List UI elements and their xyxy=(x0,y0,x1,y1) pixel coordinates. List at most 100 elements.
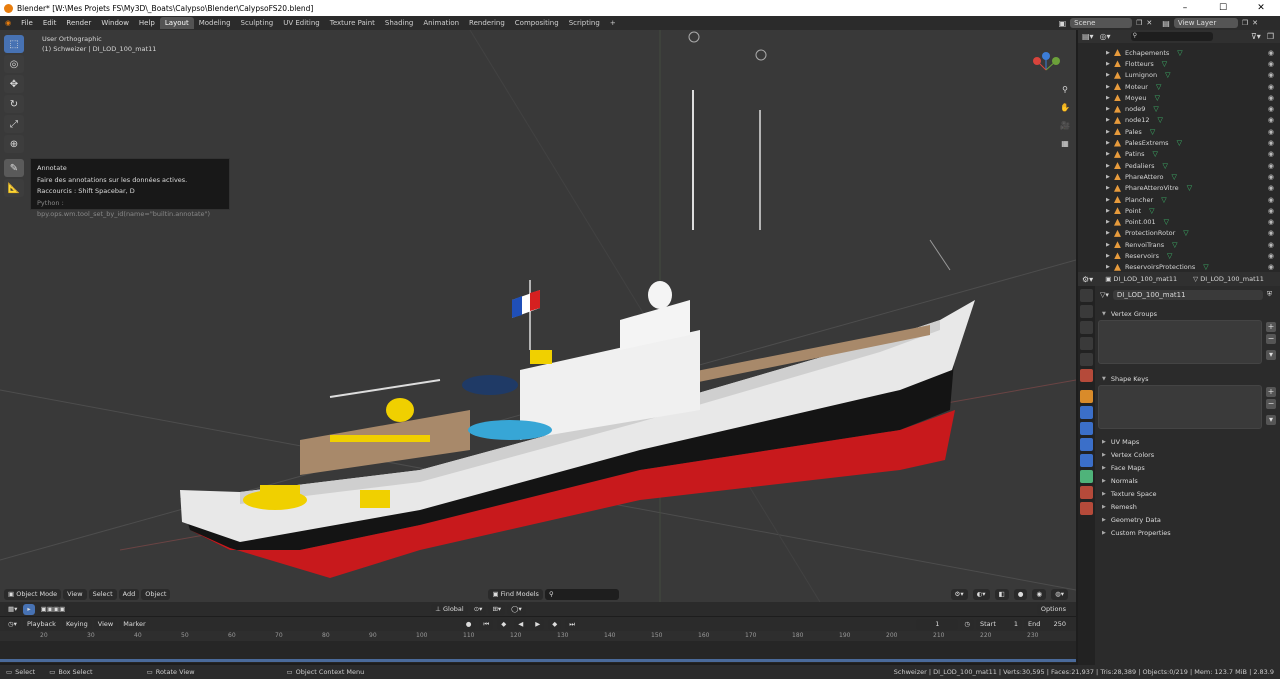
proportional-edit-icon[interactable]: ◯▾ xyxy=(507,603,526,615)
scene-tab-icon[interactable] xyxy=(1080,353,1093,366)
world-tab-icon[interactable] xyxy=(1080,369,1093,382)
outliner-item[interactable]: ▶ PhareAtteroVitre ▽ ◉ xyxy=(1078,183,1280,194)
modifier-tab-icon[interactable] xyxy=(1080,406,1093,419)
physics-tab-icon[interactable] xyxy=(1080,438,1093,451)
timeline-ruler[interactable]: 20 30 40 50 60 70 80 90 100 110 120 130 140 150 160 170… xyxy=(0,631,1076,641)
panel-closed[interactable]: ▶ Geometry Data xyxy=(1096,513,1280,526)
expand-arrow-icon[interactable]: ▶ xyxy=(1106,95,1114,101)
close-button[interactable]: ✕ xyxy=(1242,3,1280,13)
expand-arrow-icon[interactable]: ▶ xyxy=(1106,230,1114,236)
panel-closed[interactable]: ▶ Vertex Colors xyxy=(1096,448,1280,461)
transform-tool-icon[interactable]: ⊕ xyxy=(4,135,24,153)
menu-add[interactable]: Add xyxy=(118,589,140,600)
properties-editor-icon[interactable]: ⚙▾ xyxy=(1082,275,1093,284)
outliner-item[interactable]: ▶ Pales ▽ ◉ xyxy=(1078,126,1280,137)
select-box-tool-icon[interactable]: ⬚ xyxy=(4,35,24,53)
menu-object[interactable]: Object xyxy=(141,589,171,600)
timeline-editor-icon[interactable]: ◷▾ xyxy=(4,618,21,630)
record-icon[interactable]: ● xyxy=(461,618,476,630)
expand-arrow-icon[interactable]: ▶ xyxy=(1106,106,1114,112)
start-frame-field[interactable]: Start 1 xyxy=(976,618,1022,630)
visibility-eye-icon[interactable]: ◉ xyxy=(1268,49,1274,57)
visibility-eye-icon[interactable]: ◉ xyxy=(1268,128,1274,136)
panel-closed[interactable]: ▶ Remesh xyxy=(1096,500,1280,513)
shape-keys-list[interactable] xyxy=(1098,385,1262,429)
scene-selector[interactable]: Scene xyxy=(1070,18,1133,28)
outliner-editor-icon[interactable]: ▤▾ xyxy=(1082,32,1094,41)
expand-arrow-icon[interactable]: ▶ xyxy=(1106,72,1114,78)
view-layer-selector[interactable]: View Layer xyxy=(1173,18,1238,28)
overlay-toggle-icon[interactable]: ◐▾ xyxy=(972,589,990,600)
delete-view-layer-icon[interactable]: ✕ xyxy=(1252,19,1258,27)
menu-marker[interactable]: Marker xyxy=(119,618,150,630)
tab-scripting[interactable]: Scripting xyxy=(564,17,605,29)
panel-closed[interactable]: ▶ Face Maps xyxy=(1096,461,1280,474)
expand-arrow-icon[interactable]: ▶ xyxy=(1106,84,1114,90)
end-frame-field[interactable]: End 250 xyxy=(1024,618,1070,630)
pan-hand-icon[interactable]: ✋ xyxy=(1058,100,1072,114)
visibility-eye-icon[interactable]: ◉ xyxy=(1268,162,1274,170)
particles-tab-icon[interactable] xyxy=(1080,422,1093,435)
menu-help[interactable]: Help xyxy=(134,16,160,30)
panel-closed[interactable]: ▶ Normals xyxy=(1096,474,1280,487)
panel-vertex-groups[interactable]: ▼ Vertex Groups xyxy=(1096,307,1280,320)
preview-range-icon[interactable]: ◷ xyxy=(960,618,974,630)
new-scene-icon[interactable]: ❐ xyxy=(1136,19,1142,27)
fake-user-icon[interactable]: ⛨ xyxy=(1267,290,1272,299)
filter-icon[interactable]: ⊽▾ xyxy=(1251,32,1261,41)
expand-arrow-icon[interactable]: ▶ xyxy=(1106,61,1114,67)
play-icon[interactable]: ▶ xyxy=(531,618,545,630)
menu-view[interactable]: View xyxy=(63,589,87,600)
expand-arrow-icon[interactable]: ▶ xyxy=(1106,197,1114,203)
expand-arrow-icon[interactable]: ▶ xyxy=(1106,208,1114,214)
vertex-group-menu-icon[interactable]: ▾ xyxy=(1266,350,1276,360)
tab-compositing[interactable]: Compositing xyxy=(510,17,564,29)
output-tab-icon[interactable] xyxy=(1080,321,1093,334)
timeline-area[interactable]: 20 30 40 50 60 70 80 90 100 110 120 130 140 150 160 170… xyxy=(0,631,1076,663)
shading-material-icon[interactable]: ◉ xyxy=(1032,589,1047,600)
mode-selector[interactable]: ▣ Object Mode xyxy=(4,589,62,600)
camera-icon[interactable]: 🎥 xyxy=(1058,118,1072,132)
expand-arrow-icon[interactable]: ▶ xyxy=(1106,117,1114,123)
constraints-tab-icon[interactable] xyxy=(1080,454,1093,467)
outliner-item[interactable]: ▶ Echapements ▽ ◉ xyxy=(1078,47,1280,58)
menu-render[interactable]: Render xyxy=(61,16,96,30)
outliner-item[interactable]: ▶ Reservoirs ▽ ◉ xyxy=(1078,250,1280,261)
visibility-eye-icon[interactable]: ◉ xyxy=(1268,94,1274,102)
cursor-tool-icon[interactable]: ◎ xyxy=(4,55,24,73)
visibility-eye-icon[interactable]: ◉ xyxy=(1268,241,1274,249)
object-tab-icon[interactable] xyxy=(1080,390,1093,403)
expand-arrow-icon[interactable]: ▶ xyxy=(1106,185,1114,191)
pivot-icon[interactable]: ⊙▾ xyxy=(469,603,487,615)
tab-uv-editing[interactable]: UV Editing xyxy=(278,17,325,29)
new-collection-icon[interactable]: ❐ xyxy=(1267,32,1274,41)
rotate-tool-icon[interactable]: ↻ xyxy=(4,95,24,113)
options-button[interactable]: Options xyxy=(1036,603,1070,615)
visibility-eye-icon[interactable]: ◉ xyxy=(1268,207,1274,215)
outliner-item[interactable]: ▶ Patins ▽ ◉ xyxy=(1078,149,1280,160)
display-mode-icon[interactable]: ◎▾ xyxy=(1100,32,1111,41)
xray-toggle-icon[interactable]: ◧ xyxy=(994,589,1009,600)
expand-arrow-icon[interactable]: ▶ xyxy=(1106,163,1114,169)
outliner-item[interactable]: ▶ Plancher ▽ ◉ xyxy=(1078,194,1280,205)
panel-closed[interactable]: ▶ UV Maps xyxy=(1096,435,1280,448)
annotate-tool-icon[interactable]: ✎ xyxy=(4,159,24,177)
menu-file[interactable]: File xyxy=(16,16,38,30)
panel-closed[interactable]: ▶ Texture Space xyxy=(1096,487,1280,500)
expand-arrow-icon[interactable]: ▶ xyxy=(1106,140,1114,146)
visibility-eye-icon[interactable]: ◉ xyxy=(1268,252,1274,260)
delete-scene-icon[interactable]: ✕ xyxy=(1146,19,1152,27)
visibility-eye-icon[interactable]: ◉ xyxy=(1268,139,1274,147)
tab-shading[interactable]: Shading xyxy=(380,17,418,29)
outliner-item[interactable]: ▶ node9 ▽ ◉ xyxy=(1078,103,1280,114)
3d-viewport[interactable]: ⬚ ◎ ✥ ↻ ⤢ ⊕ ✎ 📐 User Orthographic (1) Sc… xyxy=(0,30,1076,602)
new-view-layer-icon[interactable]: ❐ xyxy=(1242,19,1248,27)
view-layer-icon[interactable]: ▤ xyxy=(1162,19,1170,28)
texture-tab-icon[interactable] xyxy=(1080,502,1093,515)
outliner-item[interactable]: ▶ ProtectionRotor ▽ ◉ xyxy=(1078,228,1280,239)
selection-mode-icons[interactable]: ▣▣▣▣ xyxy=(36,603,70,615)
expand-arrow-icon[interactable]: ▶ xyxy=(1106,242,1114,248)
expand-arrow-icon[interactable]: ▶ xyxy=(1106,219,1114,225)
remove-vertex-group-button[interactable]: − xyxy=(1266,334,1276,344)
tool-tab-icon[interactable] xyxy=(1080,289,1093,302)
